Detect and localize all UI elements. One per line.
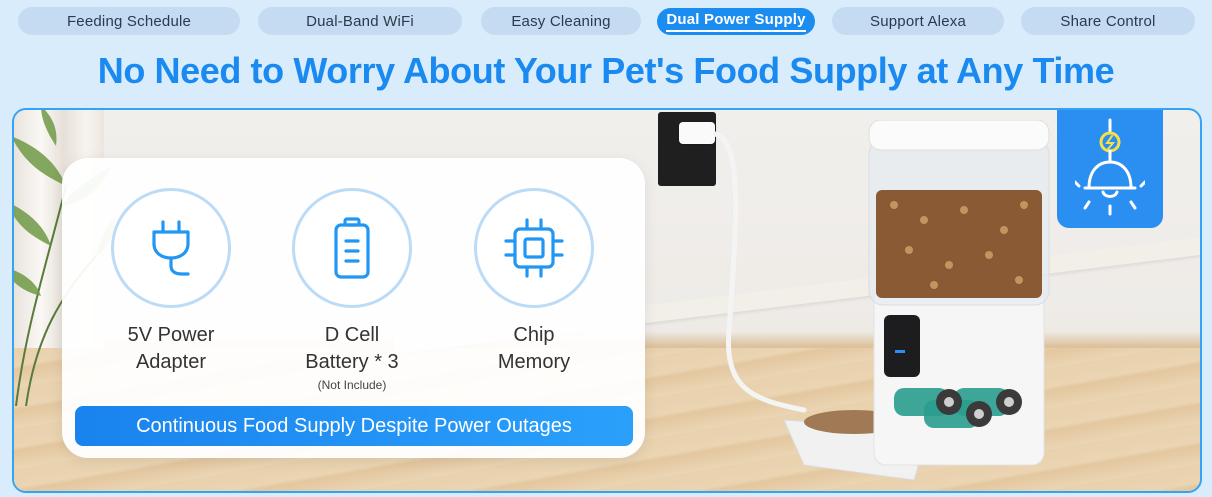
power-status-badge	[1057, 110, 1163, 228]
tab-easy-cleaning[interactable]: Easy Cleaning	[481, 7, 641, 35]
tab-support-alexa[interactable]: Support Alexa	[832, 7, 1004, 35]
page-headline: No Need to Worry About Your Pet's Food S…	[97, 50, 1115, 91]
feature-icon-circle	[292, 188, 412, 308]
tab-dual-power-supply[interactable]: Dual Power Supply	[657, 8, 815, 35]
battery-icon	[334, 217, 370, 279]
tab-share-control[interactable]: Share Control	[1021, 7, 1195, 35]
chip-icon	[504, 218, 564, 278]
tab-dual-band-wifi[interactable]: Dual-Band WiFi	[258, 7, 462, 35]
feature-icon-circle	[111, 188, 231, 308]
power-plug-icon	[152, 220, 190, 276]
product-photo-panel: 5V Power Adapter D Cell Battery * 3 (Not…	[12, 108, 1202, 493]
feature-chip-memory: Chip Memory	[464, 188, 604, 376]
feature-icon-circle	[474, 188, 594, 308]
feature-d-cell-battery: D Cell Battery * 3 (Not Include)	[282, 188, 422, 392]
feature-tabs: Feeding Schedule Dual-Band WiFi Easy Cle…	[0, 0, 1212, 40]
power-options-card: 5V Power Adapter D Cell Battery * 3 (Not…	[62, 158, 645, 458]
continuous-supply-banner: Continuous Food Supply Despite Power Out…	[75, 406, 633, 446]
lamp-power-icon	[1075, 118, 1145, 216]
feature-power-adapter: 5V Power Adapter	[101, 188, 241, 376]
tab-feeding-schedule[interactable]: Feeding Schedule	[18, 7, 240, 35]
pet-feeder-image	[784, 120, 1050, 480]
